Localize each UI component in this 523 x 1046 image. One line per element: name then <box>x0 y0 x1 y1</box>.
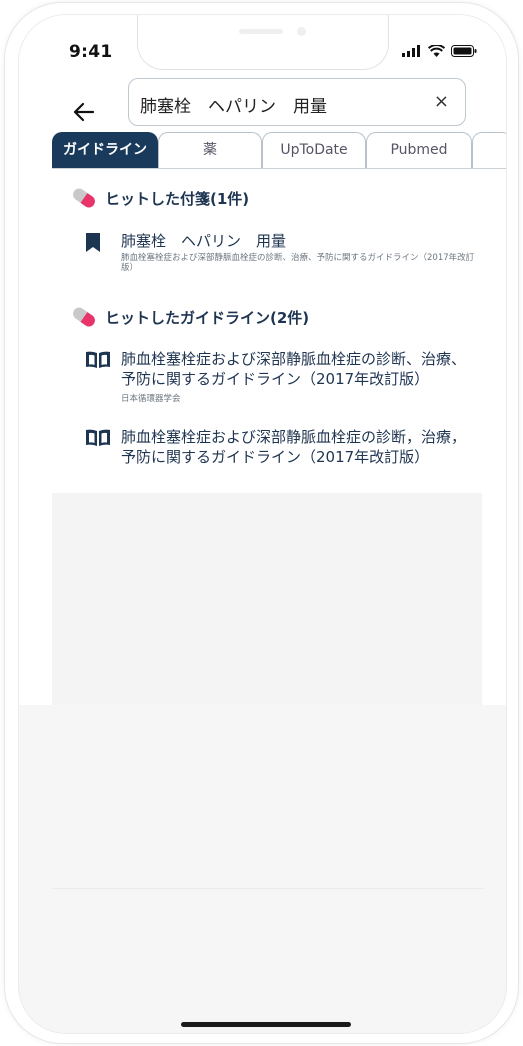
sticky-item-source: 肺血栓塞栓症および深部静脈血栓症の診断、治療、予防に関するガイドライン（2017… <box>121 253 475 273</box>
guideline-item-source: 日本循環器学会 <box>121 394 181 404</box>
section-guideline-title: ヒットしたガイドライン(2件) <box>105 308 310 327</box>
pill-icon <box>73 188 95 208</box>
wifi-icon <box>428 45 445 57</box>
book-icon <box>86 429 110 446</box>
tab-pubmed[interactable]: Pubmed <box>366 132 472 168</box>
section-sticky-header: ヒットした付箋(1件) <box>69 187 249 209</box>
arrow-left-icon <box>73 102 95 122</box>
book-icon <box>86 351 110 368</box>
guideline-item[interactable]: 肺血栓塞栓症および深部静脈血栓症の診断、治療、予防に関するガイドライン（2017… <box>85 349 480 409</box>
bookmark-icon <box>86 233 100 252</box>
guideline-item-title: 肺血栓塞栓症および深部静脈血栓症の診断、治療、予防に関するガイドライン（2017… <box>121 350 467 388</box>
tab-more[interactable] <box>472 132 506 168</box>
screen: 9:41 肺塞栓 ヘパリン 用量 × ガイドライン 薬 UpToDate Pub… <box>18 14 507 1034</box>
notch <box>137 15 389 70</box>
back-button[interactable] <box>71 99 97 125</box>
tab-uptodate[interactable]: UpToDate <box>262 132 366 168</box>
sticky-item-title: 肺塞栓 ヘパリン 用量 <box>121 232 287 250</box>
guideline-item[interactable]: 肺血栓塞栓症および深部静脈血栓症の診断，治療，予防に関するガイドライン（2017… <box>85 427 480 471</box>
guideline-item-title: 肺血栓塞栓症および深部静脈血栓症の診断，治療，予防に関するガイドライン（2017… <box>121 428 467 466</box>
camera <box>297 27 306 36</box>
speaker <box>239 29 283 34</box>
tab-guideline[interactable]: ガイドライン <box>52 132 158 168</box>
tab-bar: ガイドライン 薬 UpToDate Pubmed <box>52 132 506 169</box>
status-time: 9:41 <box>69 42 113 62</box>
tab-drugs[interactable]: 薬 <box>158 132 262 168</box>
status-icons <box>402 45 477 57</box>
battery-icon <box>451 45 477 57</box>
divider <box>53 888 483 889</box>
sticky-item[interactable]: 肺塞栓 ヘパリン 用量 肺血栓塞栓症および深部静脈血栓症の診断、治療、予防に関す… <box>85 231 480 281</box>
empty-panel <box>52 493 482 705</box>
home-indicator[interactable] <box>181 1022 351 1027</box>
search-input[interactable]: 肺塞栓 ヘパリン 用量 × <box>128 78 466 126</box>
section-guideline-header: ヒットしたガイドライン(2件) <box>69 306 309 328</box>
content-area: 9:41 肺塞栓 ヘパリン 用量 × ガイドライン 薬 UpToDate Pub… <box>19 15 506 705</box>
phone-frame: 9:41 肺塞栓 ヘパリン 用量 × ガイドライン 薬 UpToDate Pub… <box>4 2 519 1044</box>
search-query: 肺塞栓 ヘパリン 用量 <box>140 97 327 117</box>
pill-icon <box>73 307 95 327</box>
section-sticky-title: ヒットした付箋(1件) <box>105 189 250 208</box>
clear-search-button[interactable]: × <box>434 91 449 112</box>
signal-icon <box>402 45 420 57</box>
